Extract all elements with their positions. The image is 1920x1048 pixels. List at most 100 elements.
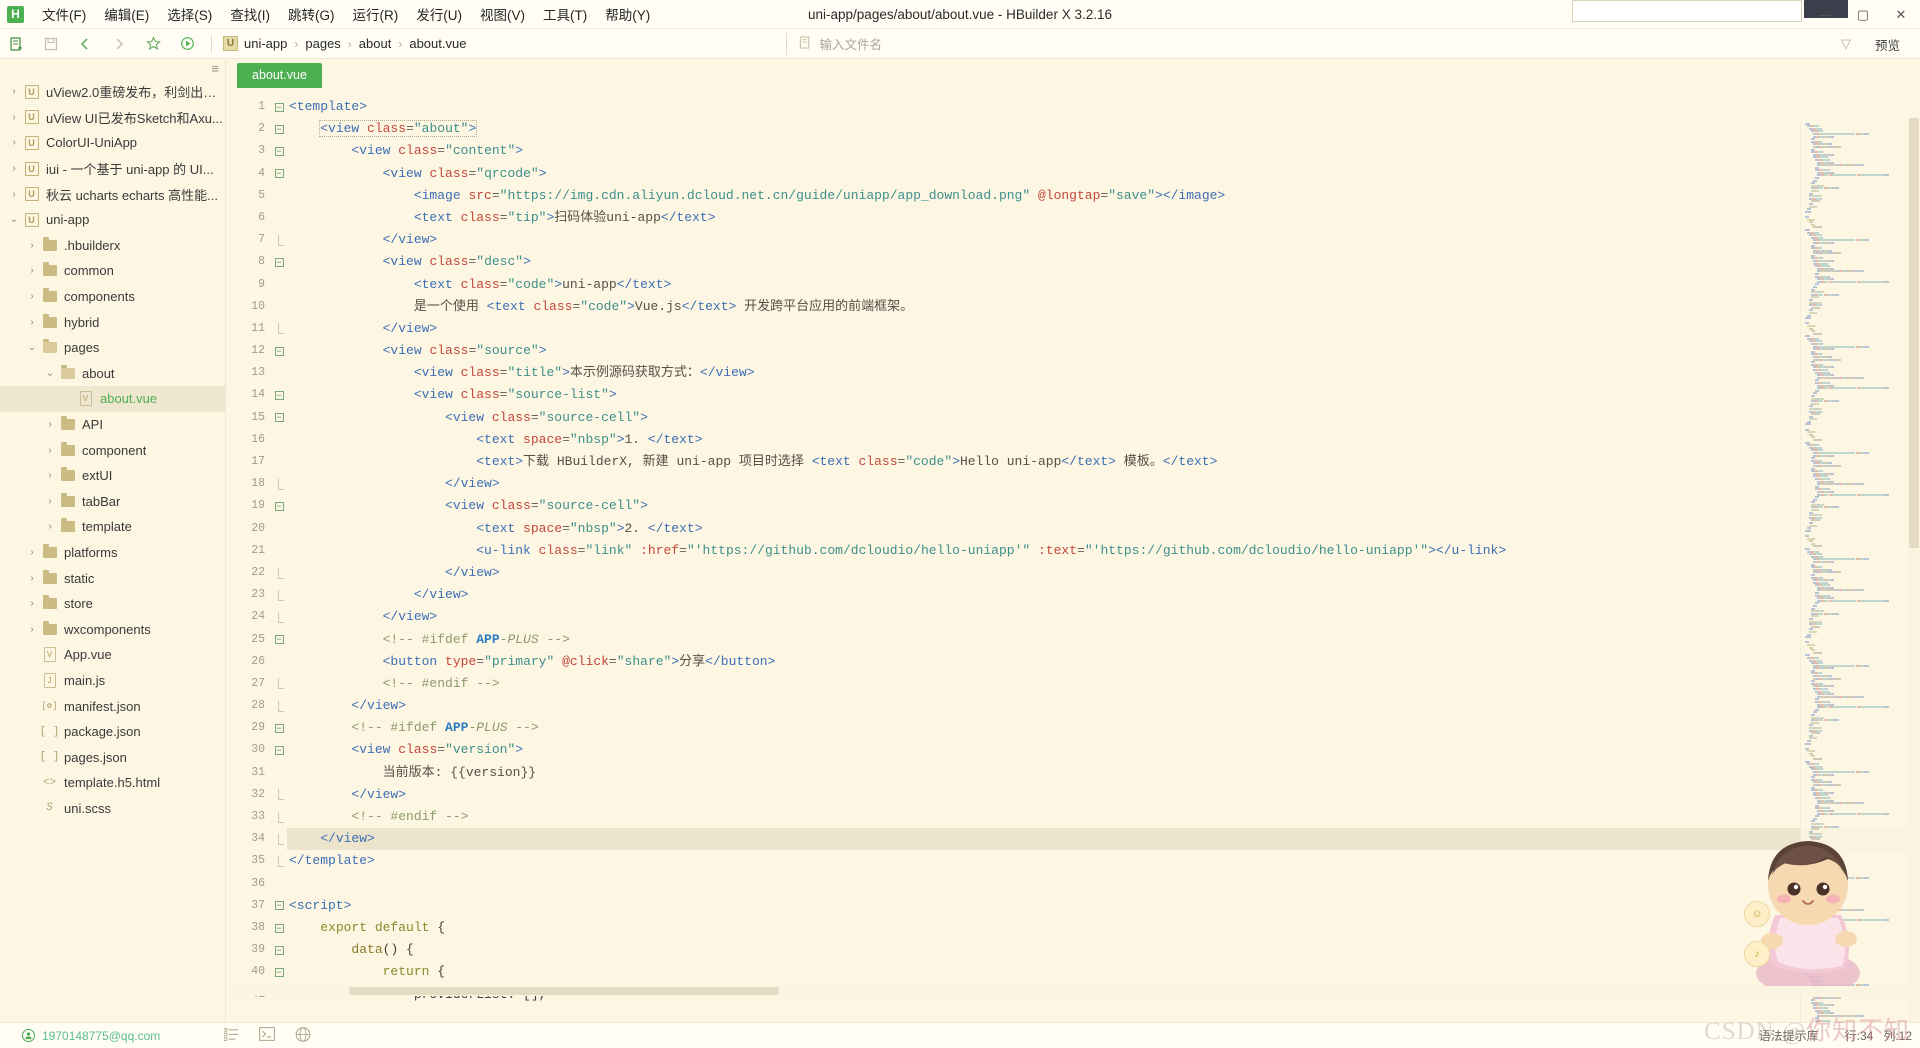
tree-item-static[interactable]: › static [0,565,225,591]
chevron-right-icon[interactable]: › [24,291,40,302]
tree-item-wxcomponents[interactable]: › wxcomponents [0,616,225,642]
tree-item-colorui-uniapp[interactable]: › U ColorUI-UniApp [0,130,225,156]
tree-item-main.js[interactable]: Jmain.js [0,668,225,694]
tree-item-template[interactable]: › template [0,514,225,540]
code-line[interactable]: return { [287,961,1920,983]
tree-item-components[interactable]: › components [0,284,225,310]
code-line[interactable]: <view class="about"> [287,118,1920,140]
code-line[interactable]: <view class="source-cell"> [287,495,1920,517]
tree-item-extui[interactable]: › extUI [0,463,225,489]
code-line[interactable]: <view class="desc"> [287,251,1920,273]
browser-icon[interactable] [295,1026,311,1045]
tree-item----ucharts-echarts----...[interactable]: › U 秋云 ucharts echarts 高性能... [0,181,225,207]
code-line[interactable]: </view> [287,229,1920,251]
filter-icon[interactable]: ▽ [1841,36,1851,52]
tree-item-uview2.0---------...[interactable]: › UuView2.0重磅发布，利剑出鞘... [0,79,225,105]
menu-tools[interactable]: 工具(T) [534,1,596,27]
chevron-right-icon[interactable]: › [24,547,40,558]
fold-collapse-icon[interactable]: − [271,163,287,185]
fold-gutter[interactable]: − − − − − − − − − − − − − − − − [271,88,287,1022]
tree-item-uview-ui---sketch-axu...[interactable]: › UuView UI已发布Sketch和Axu... [0,105,225,131]
chevron-right-icon[interactable]: › [42,521,58,532]
tree-item-app.vue[interactable]: V App.vue [0,642,225,668]
code-line[interactable]: <view class="version"> [287,739,1920,761]
forward-icon[interactable] [106,32,132,56]
code-line[interactable]: </view> [287,606,1920,628]
fold-collapse-icon[interactable]: − [271,895,287,917]
code-line[interactable]: <!-- #ifdef APP-PLUS --> [287,717,1920,739]
breadcrumb-item-uni-app[interactable]: uni-app [244,36,287,51]
minimize-button[interactable]: — [1806,0,1844,29]
chevron-right-icon[interactable]: › [24,317,40,328]
code-line[interactable]: data() { [287,939,1920,961]
chevron-right-icon[interactable]: › [24,624,40,635]
favorite-icon[interactable] [140,32,166,56]
fold-collapse-icon[interactable]: − [271,407,287,429]
close-button[interactable]: ✕ [1882,0,1920,29]
tree-item-package.json[interactable]: [ ] package.json [0,719,225,745]
code-line[interactable]: export default { [287,917,1920,939]
tree-item-hybrid[interactable]: › hybrid [0,309,225,335]
fold-collapse-icon[interactable]: − [271,140,287,162]
code-editor[interactable]: 1 2 3 4 5 6 7 8 9 10 11 12 13 14 15 16 17 18 19 20 21 22 23 24 2… [229,88,1920,1022]
fold-collapse-icon[interactable]: − [271,384,287,406]
new-file-icon[interactable] [4,32,30,56]
back-icon[interactable] [72,32,98,56]
code-line[interactable]: <u-link class="link" :href="'https://git… [287,540,1920,562]
chevron-right-icon[interactable]: › [6,137,22,148]
fold-collapse-icon[interactable]: − [271,251,287,273]
code-line[interactable]: <button type="primary" @click="share">分享… [287,651,1920,673]
save-icon[interactable] [38,32,64,56]
tree-item-store[interactable]: › store [0,591,225,617]
tree-item-api[interactable]: › API [0,412,225,438]
tree-item-manifest.json[interactable]: [✿] manifest.json [0,693,225,719]
code-line[interactable]: </view> [287,695,1920,717]
menu-publish[interactable]: 发行(U) [407,1,471,27]
chevron-right-icon[interactable]: › [24,240,40,251]
tree-item-.hbuilderx[interactable]: › .hbuilderx [0,233,225,259]
chevron-right-icon[interactable]: › [6,189,22,200]
menu-select[interactable]: 选择(S) [158,1,221,27]
preview-button[interactable]: 预览 [1865,32,1910,57]
fold-collapse-icon[interactable]: − [271,495,287,517]
status-account[interactable]: 1970148775@qq.com [22,1029,160,1043]
chevron-right-icon[interactable]: › [42,496,58,507]
mascot-badge-sound[interactable]: ♪ [1744,941,1770,967]
chevron-right-icon[interactable]: › [24,265,40,276]
tree-item-iui--------uni-app---ui...[interactable]: › Uiui - 一个基于 uni-app 的 UI... [0,156,225,182]
code-content[interactable]: <template> <view class="about"> <view cl… [287,88,1920,1022]
code-line[interactable] [287,873,1920,895]
menu-find[interactable]: 查找(I) [221,1,279,27]
chevron-right-icon[interactable]: › [42,470,58,481]
fold-collapse-icon[interactable]: − [271,939,287,961]
tree-item-template.h5.html[interactable]: <> template.h5.html [0,770,225,796]
fold-collapse-icon[interactable]: − [271,717,287,739]
outline-icon[interactable] [223,1027,239,1044]
tree-item-pages[interactable]: ⌄ pages [0,335,225,361]
chevron-right-icon[interactable]: › [42,419,58,430]
fold-collapse-icon[interactable]: − [271,340,287,362]
code-line[interactable]: <text space="nbsp">1. </text> [287,429,1920,451]
run-icon[interactable] [174,32,200,56]
code-line[interactable]: <!-- #endif --> [287,673,1920,695]
chevron-right-icon[interactable]: › [24,573,40,584]
code-line[interactable]: <text space="nbsp">2. </text> [287,518,1920,540]
tree-item-about[interactable]: ⌄ about [0,361,225,387]
fold-collapse-icon[interactable]: − [271,629,287,651]
explorer-menu-icon[interactable]: ≡ [211,61,219,76]
code-line[interactable]: <view class="qrcode"> [287,163,1920,185]
status-column[interactable]: 列:12 [1883,1027,1912,1044]
code-line[interactable]: <!-- #ifdef APP-PLUS --> [287,629,1920,651]
chevron-right-icon[interactable]: › [6,163,22,174]
menu-view[interactable]: 视图(V) [471,1,534,27]
chevron-right-icon[interactable]: › [6,112,22,123]
menu-edit[interactable]: 编辑(E) [95,1,158,27]
code-line[interactable]: <view class="source-cell"> [287,407,1920,429]
code-line[interactable]: </template> [287,850,1920,872]
code-line[interactable]: </view> [287,828,1920,851]
menu-run[interactable]: 运行(R) [344,1,408,27]
menu-goto[interactable]: 跳转(G) [279,1,344,27]
vertical-scrollbar[interactable] [1908,118,1920,1022]
tree-item-uni-app[interactable]: ⌄ Uuni-app [0,207,225,233]
mascot-badge-chat[interactable]: ☺ [1744,901,1770,927]
